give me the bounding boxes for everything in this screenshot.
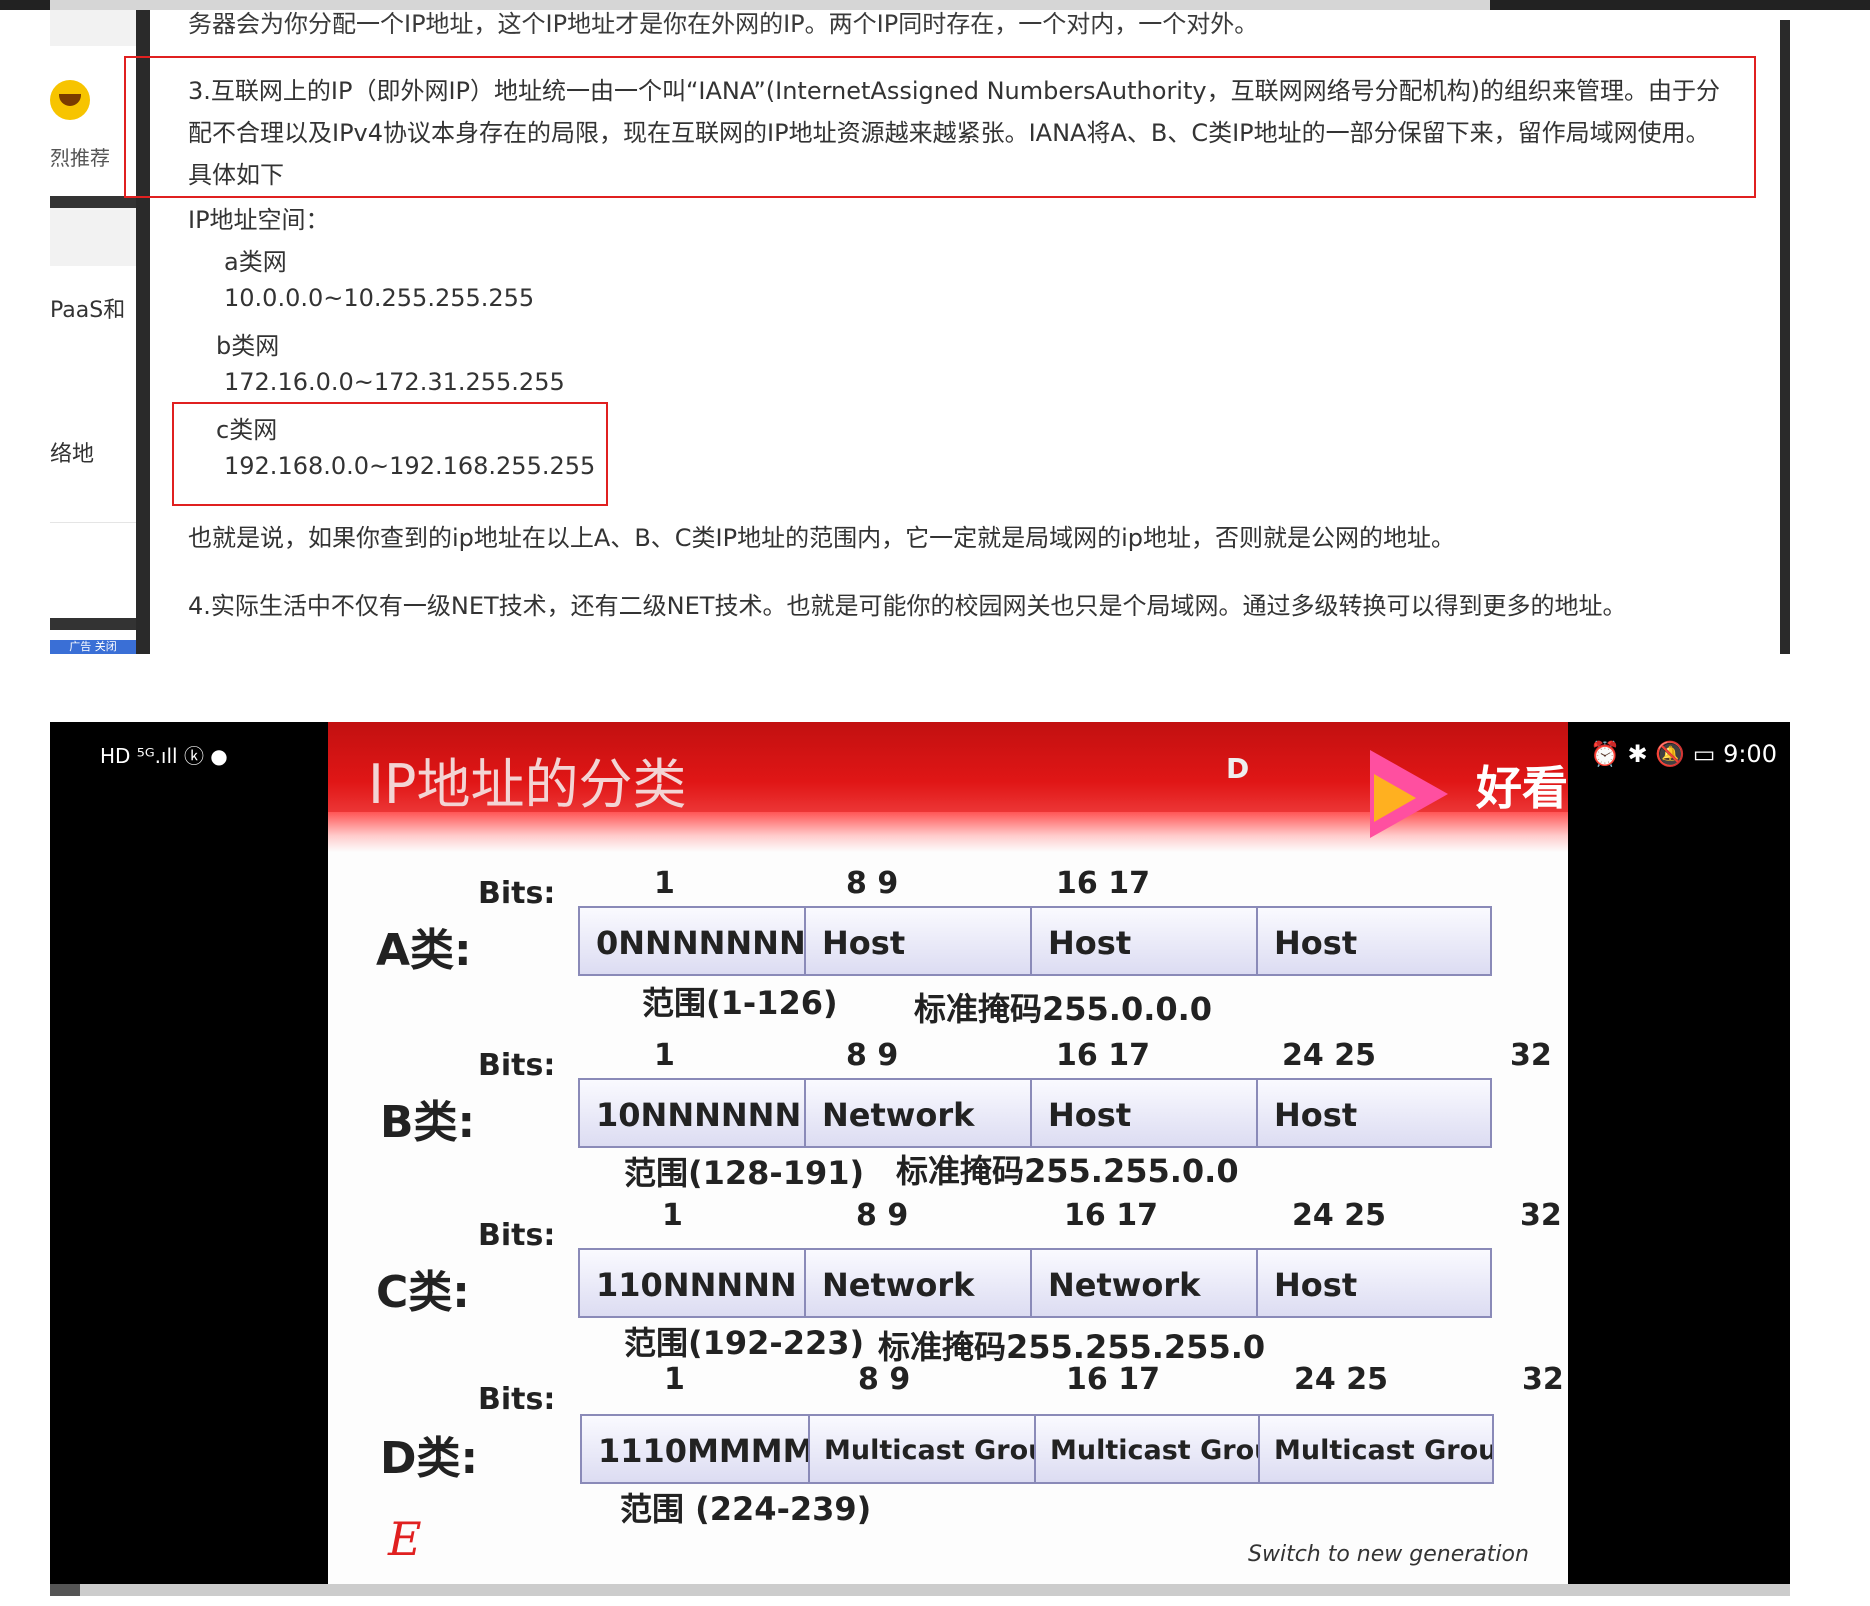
- right-border: [1780, 20, 1790, 654]
- bit-field: 1110MMMM: [580, 1414, 810, 1484]
- switch-generation-link[interactable]: Switch to new generation: [1248, 1542, 1529, 1567]
- top-bar-light: [50, 0, 1490, 10]
- range-note: 范围(192-223): [624, 1324, 865, 1362]
- bit-number: 1: [654, 866, 675, 901]
- bit-field: Multicast Group: [808, 1414, 1036, 1484]
- sidebar-paas-link[interactable]: PaaS和: [50, 292, 125, 324]
- bit-field: 0NNNNNNN: [578, 906, 806, 976]
- bit-number: 1: [664, 1362, 685, 1397]
- bits-label: Bits:: [478, 1382, 556, 1417]
- bit-field: Network: [804, 1078, 1032, 1148]
- slide-title: IP地址的分类: [368, 753, 687, 816]
- video-progress-bar[interactable]: [50, 1584, 1790, 1596]
- bit-number: 8 9: [846, 866, 899, 901]
- class-a-label: a类网: [224, 248, 287, 276]
- bit-number: 32: [1520, 1198, 1562, 1233]
- top-bar: [0, 0, 1870, 10]
- class-name: D类:: [380, 1433, 479, 1484]
- bit-field: 110NNNNN: [578, 1248, 806, 1318]
- ad-close-button[interactable]: 广告 关闭: [50, 640, 136, 654]
- phone-status-right: ⏰ ✱ 🔕 ▭ 9:00: [1590, 740, 1777, 768]
- bit-number: 32: [1510, 1038, 1552, 1073]
- sidebar-recommend[interactable]: 烈推荐: [50, 142, 110, 171]
- highlight-box: [124, 56, 1756, 198]
- bit-number: 24 25: [1294, 1362, 1388, 1397]
- bit-number: 16 17: [1056, 1038, 1150, 1073]
- bit-number: 1: [662, 1198, 683, 1233]
- bit-number: 16 17: [1056, 866, 1150, 901]
- bit-number: 8 9: [846, 1038, 899, 1073]
- bits-label: Bits:: [478, 1048, 556, 1083]
- bit-field: 10NNNNNN: [578, 1078, 806, 1148]
- play-logo-inner-icon: [1374, 774, 1416, 822]
- sidebar-divider: [50, 618, 136, 630]
- bit-field: Network: [804, 1248, 1032, 1318]
- bit-number: 16 17: [1064, 1198, 1158, 1233]
- phone-status-left: HD ⁵ᴳ.ıll ⓚ ●: [100, 744, 228, 768]
- range-note: 范围 (224-239): [620, 1490, 872, 1528]
- slide: IP地址的分类 D 好看视频 Bits: A类: 1 8 9 16 17 0NN…: [328, 722, 1568, 1584]
- bits-label: Bits:: [478, 1218, 556, 1253]
- bit-number: 16 17: [1066, 1362, 1160, 1397]
- logo-d: D: [1226, 752, 1250, 785]
- class-name: C类:: [376, 1267, 470, 1318]
- mask-note: 标准掩码255.255.0.0: [896, 1152, 1239, 1190]
- mask-note: 标准掩码255.0.0.0: [914, 990, 1213, 1028]
- bit-field: Host: [1030, 1078, 1258, 1148]
- highlight-box: [172, 402, 608, 506]
- class-b-label: b类网: [216, 332, 280, 360]
- summary-text: 也就是说，如果你查到的ip地址在以上A、B、C类IP地址的范围内，它一定就是局域…: [188, 524, 1455, 552]
- range-note: 范围(1-126): [642, 984, 838, 1022]
- bit-number: 32: [1522, 1362, 1564, 1397]
- ip-space-label: IP地址空间：: [188, 206, 330, 234]
- bit-field: Host: [1256, 1078, 1492, 1148]
- laugh-emoji-icon: [50, 80, 90, 120]
- bit-field: Multicast Group: [1034, 1414, 1260, 1484]
- class-b-range: 172.16.0.0~172.31.255.255: [224, 368, 565, 396]
- video-progress-fill: [50, 1584, 80, 1596]
- bit-field: Multicast Group: [1258, 1414, 1494, 1484]
- paragraph-4: 4.实际生活中不仅有一级NET技术，还有二级NET技术。也就是可能你的校园网关也…: [188, 592, 1627, 620]
- handwritten-e: E: [388, 1512, 422, 1566]
- bit-number: 8 9: [856, 1198, 909, 1233]
- class-a-range: 10.0.0.0~10.255.255.255: [224, 284, 535, 312]
- bit-field: Network: [1030, 1248, 1258, 1318]
- class-name: A类:: [376, 925, 472, 976]
- bit-field: Host: [1256, 906, 1492, 976]
- bit-field: Host: [1030, 906, 1258, 976]
- bit-field: Host: [1256, 1248, 1492, 1318]
- sidebar-block: [50, 208, 136, 266]
- sidebar-divider: [50, 522, 136, 523]
- bits-label: Bits:: [478, 876, 556, 911]
- sidebar-block: [50, 10, 136, 46]
- bit-number: 24 25: [1292, 1198, 1386, 1233]
- class-name: B类:: [380, 1097, 476, 1148]
- logo-text: 好看视频: [1476, 761, 1568, 815]
- bit-number: 8 9: [858, 1362, 911, 1397]
- bit-field: Host: [804, 906, 1032, 976]
- sidebar-network-link[interactable]: 络地: [50, 436, 94, 468]
- bit-number: 1: [654, 1038, 675, 1073]
- range-note: 范围(128-191): [624, 1154, 865, 1192]
- bit-number: 24 25: [1282, 1038, 1376, 1073]
